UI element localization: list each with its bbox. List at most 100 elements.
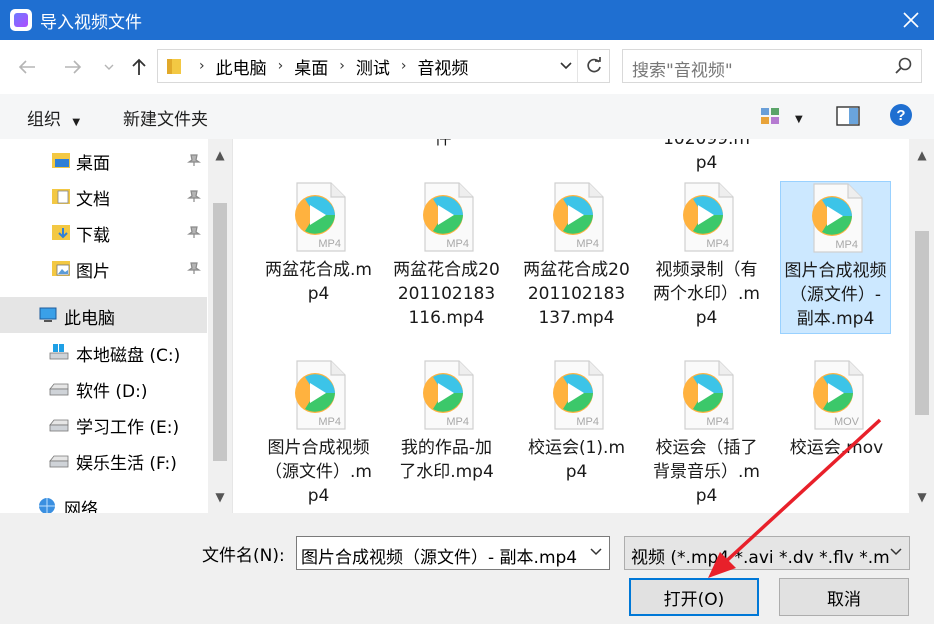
nav-item-label: 桌面 [76, 154, 110, 174]
pin-icon[interactable] [187, 153, 201, 167]
breadcrumb-item[interactable]: 音视频 [417, 54, 468, 79]
toolbar: 组织 ▼ 新建文件夹 ▼ ? [0, 94, 934, 139]
file-item[interactable]: MP4 图片合成视频（源文件）.mp4 [263, 359, 374, 508]
nav-scrollbar[interactable]: ▲ ▼ [208, 139, 232, 513]
search-icon[interactable] [895, 57, 913, 75]
nav-item-desktop[interactable]: 桌面 [0, 142, 207, 178]
video-file-icon: MP4 [294, 182, 346, 252]
chevron-right-icon: › [277, 58, 284, 74]
svg-text:MOV: MOV [833, 416, 859, 428]
pictures-folder-icon [52, 261, 70, 276]
content-scrollbar[interactable]: ▲ ▼ [909, 139, 934, 513]
view-options-button[interactable] [760, 107, 780, 130]
folder-icon [167, 59, 181, 74]
help-button[interactable]: ? [889, 103, 913, 132]
svg-text:MP4: MP4 [576, 416, 599, 428]
video-file-icon: MP4 [682, 360, 734, 430]
svg-text:?: ? [896, 107, 905, 124]
nav-item-drive-f[interactable]: 娱乐生活 (F:) [0, 442, 207, 478]
nav-item-label: 此电脑 [64, 309, 115, 329]
up-button[interactable] [126, 54, 152, 80]
scroll-up-arrow[interactable]: ▲ [208, 145, 232, 165]
view-grid-icon [761, 108, 779, 124]
filetype-value: 视频 (*.mp4 *.avi *.dv *.flv *.m [631, 548, 890, 568]
preview-pane-button[interactable] [836, 106, 860, 131]
refresh-button[interactable] [577, 50, 609, 82]
nav-item-this-pc[interactable]: 此电脑 [0, 297, 207, 333]
video-file-icon: MP4 [552, 182, 604, 252]
scroll-down-arrow[interactable]: ▼ [910, 487, 934, 507]
pin-icon[interactable] [187, 189, 201, 203]
scroll-thumb[interactable] [915, 231, 929, 415]
pin-icon[interactable] [187, 225, 201, 239]
preview-pane-icon [836, 106, 860, 126]
chevron-down-icon [889, 545, 903, 559]
file-list: 件 102099.m p4 MP4 两盆花合成.mp4 MP4 两盆花合成202011… [232, 139, 934, 513]
nav-item-documents[interactable]: 文档 [0, 178, 207, 214]
partial-file-label: 102099.m p4 [663, 139, 750, 173]
file-name: 两盆花合成.mp4 [265, 260, 372, 304]
desktop-folder-icon [52, 153, 70, 168]
chevron-right-icon: › [339, 58, 345, 74]
video-file-icon: MP4 [422, 360, 474, 430]
chevron-right-icon: › [400, 58, 407, 74]
scroll-up-arrow[interactable]: ▲ [910, 145, 934, 165]
window-title: 导入视频文件 [40, 12, 142, 33]
help-icon: ? [890, 104, 912, 126]
search-box[interactable]: 搜索"音视频" [622, 49, 922, 83]
file-item[interactable]: MP4 视频录制（有两个水印）.mp4 [651, 181, 762, 330]
file-item[interactable]: MP4 校运会（插了背景音乐）.mp4 [651, 359, 762, 508]
file-name: 视频录制（有两个水印）.mp4 [653, 260, 760, 328]
nav-item-label: 娱乐生活 (F:) [76, 454, 177, 474]
close-button[interactable] [888, 0, 934, 40]
new-folder-button[interactable]: 新建文件夹 [123, 105, 208, 130]
file-name: 我的作品-加了水印.mp4 [399, 438, 494, 482]
cancel-button[interactable]: 取消 [779, 578, 909, 616]
file-item[interactable]: MP4 两盆花合成20201102183137.mp4 [521, 181, 632, 330]
breadcrumb-item[interactable]: 测试 [356, 54, 390, 79]
nav-item-downloads[interactable]: 下载 [0, 214, 207, 250]
breadcrumb-item[interactable]: 桌面 [294, 54, 328, 79]
up-arrow-icon [132, 58, 146, 75]
this-pc-icon [39, 307, 57, 322]
open-button[interactable]: 打开(O) [629, 578, 759, 616]
video-file-icon: MP4 [422, 182, 474, 252]
filename-input[interactable]: 图片合成视频（源文件）- 副本.mp4 [296, 536, 610, 570]
nav-item-pictures[interactable]: 图片 [0, 250, 207, 286]
file-name: 图片合成视频（源文件）- 副本.mp4 [784, 261, 887, 329]
svg-text:MP4: MP4 [446, 238, 469, 250]
chevron-down-icon[interactable] [589, 545, 603, 559]
back-button[interactable] [14, 54, 40, 80]
organize-button[interactable]: 组织 ▼ [27, 105, 80, 130]
svg-text:MP4: MP4 [835, 239, 858, 251]
filename-label: 文件名(N): [202, 546, 285, 566]
scroll-thumb[interactable] [213, 203, 227, 461]
pin-icon[interactable] [187, 261, 201, 275]
drive-icon [49, 455, 69, 468]
address-bar[interactable]: › 此电脑 › 桌面 › 测试 › 音视频 [157, 49, 610, 83]
recent-locations-button[interactable] [96, 54, 122, 80]
file-item[interactable]: MP4 校运会(1).mp4 [521, 359, 632, 484]
forward-button[interactable] [60, 54, 86, 80]
nav-item-label: 图片 [76, 262, 110, 282]
navigation-pane: 桌面 文档 下载 图片 此电脑 本地磁盘 (C:) 软件 (D:) 学习工作 (… [0, 139, 232, 513]
address-dropdown-button[interactable] [559, 58, 573, 78]
svg-text:MP4: MP4 [318, 416, 341, 428]
breadcrumb-item[interactable]: 此电脑 [216, 54, 267, 79]
file-item[interactable]: MP4 我的作品-加了水印.mp4 [391, 359, 502, 484]
svg-text:MP4: MP4 [446, 416, 469, 428]
svg-text:MP4: MP4 [318, 238, 341, 250]
view-dropdown-button[interactable]: ▼ [795, 107, 803, 127]
nav-item-drive-c[interactable]: 本地磁盘 (C:) [0, 334, 207, 370]
file-item[interactable]: MOV 校运会.mov [781, 359, 892, 460]
close-icon [903, 12, 919, 28]
file-item[interactable]: MP4 两盆花合成20201102183116.mp4 [391, 181, 502, 330]
filetype-select[interactable]: 视频 (*.mp4 *.avi *.dv *.flv *.m [624, 536, 910, 570]
scroll-down-arrow[interactable]: ▼ [208, 487, 232, 507]
nav-item-drive-d[interactable]: 软件 (D:) [0, 370, 207, 406]
partial-file-label: 件 [434, 139, 452, 149]
nav-item-drive-e[interactable]: 学习工作 (E:) [0, 406, 207, 442]
nav-item-network[interactable]: 网络 [0, 489, 207, 513]
file-item[interactable]: MP4 图片合成视频（源文件）- 副本.mp4 [780, 181, 891, 334]
file-item[interactable]: MP4 两盆花合成.mp4 [263, 181, 374, 306]
